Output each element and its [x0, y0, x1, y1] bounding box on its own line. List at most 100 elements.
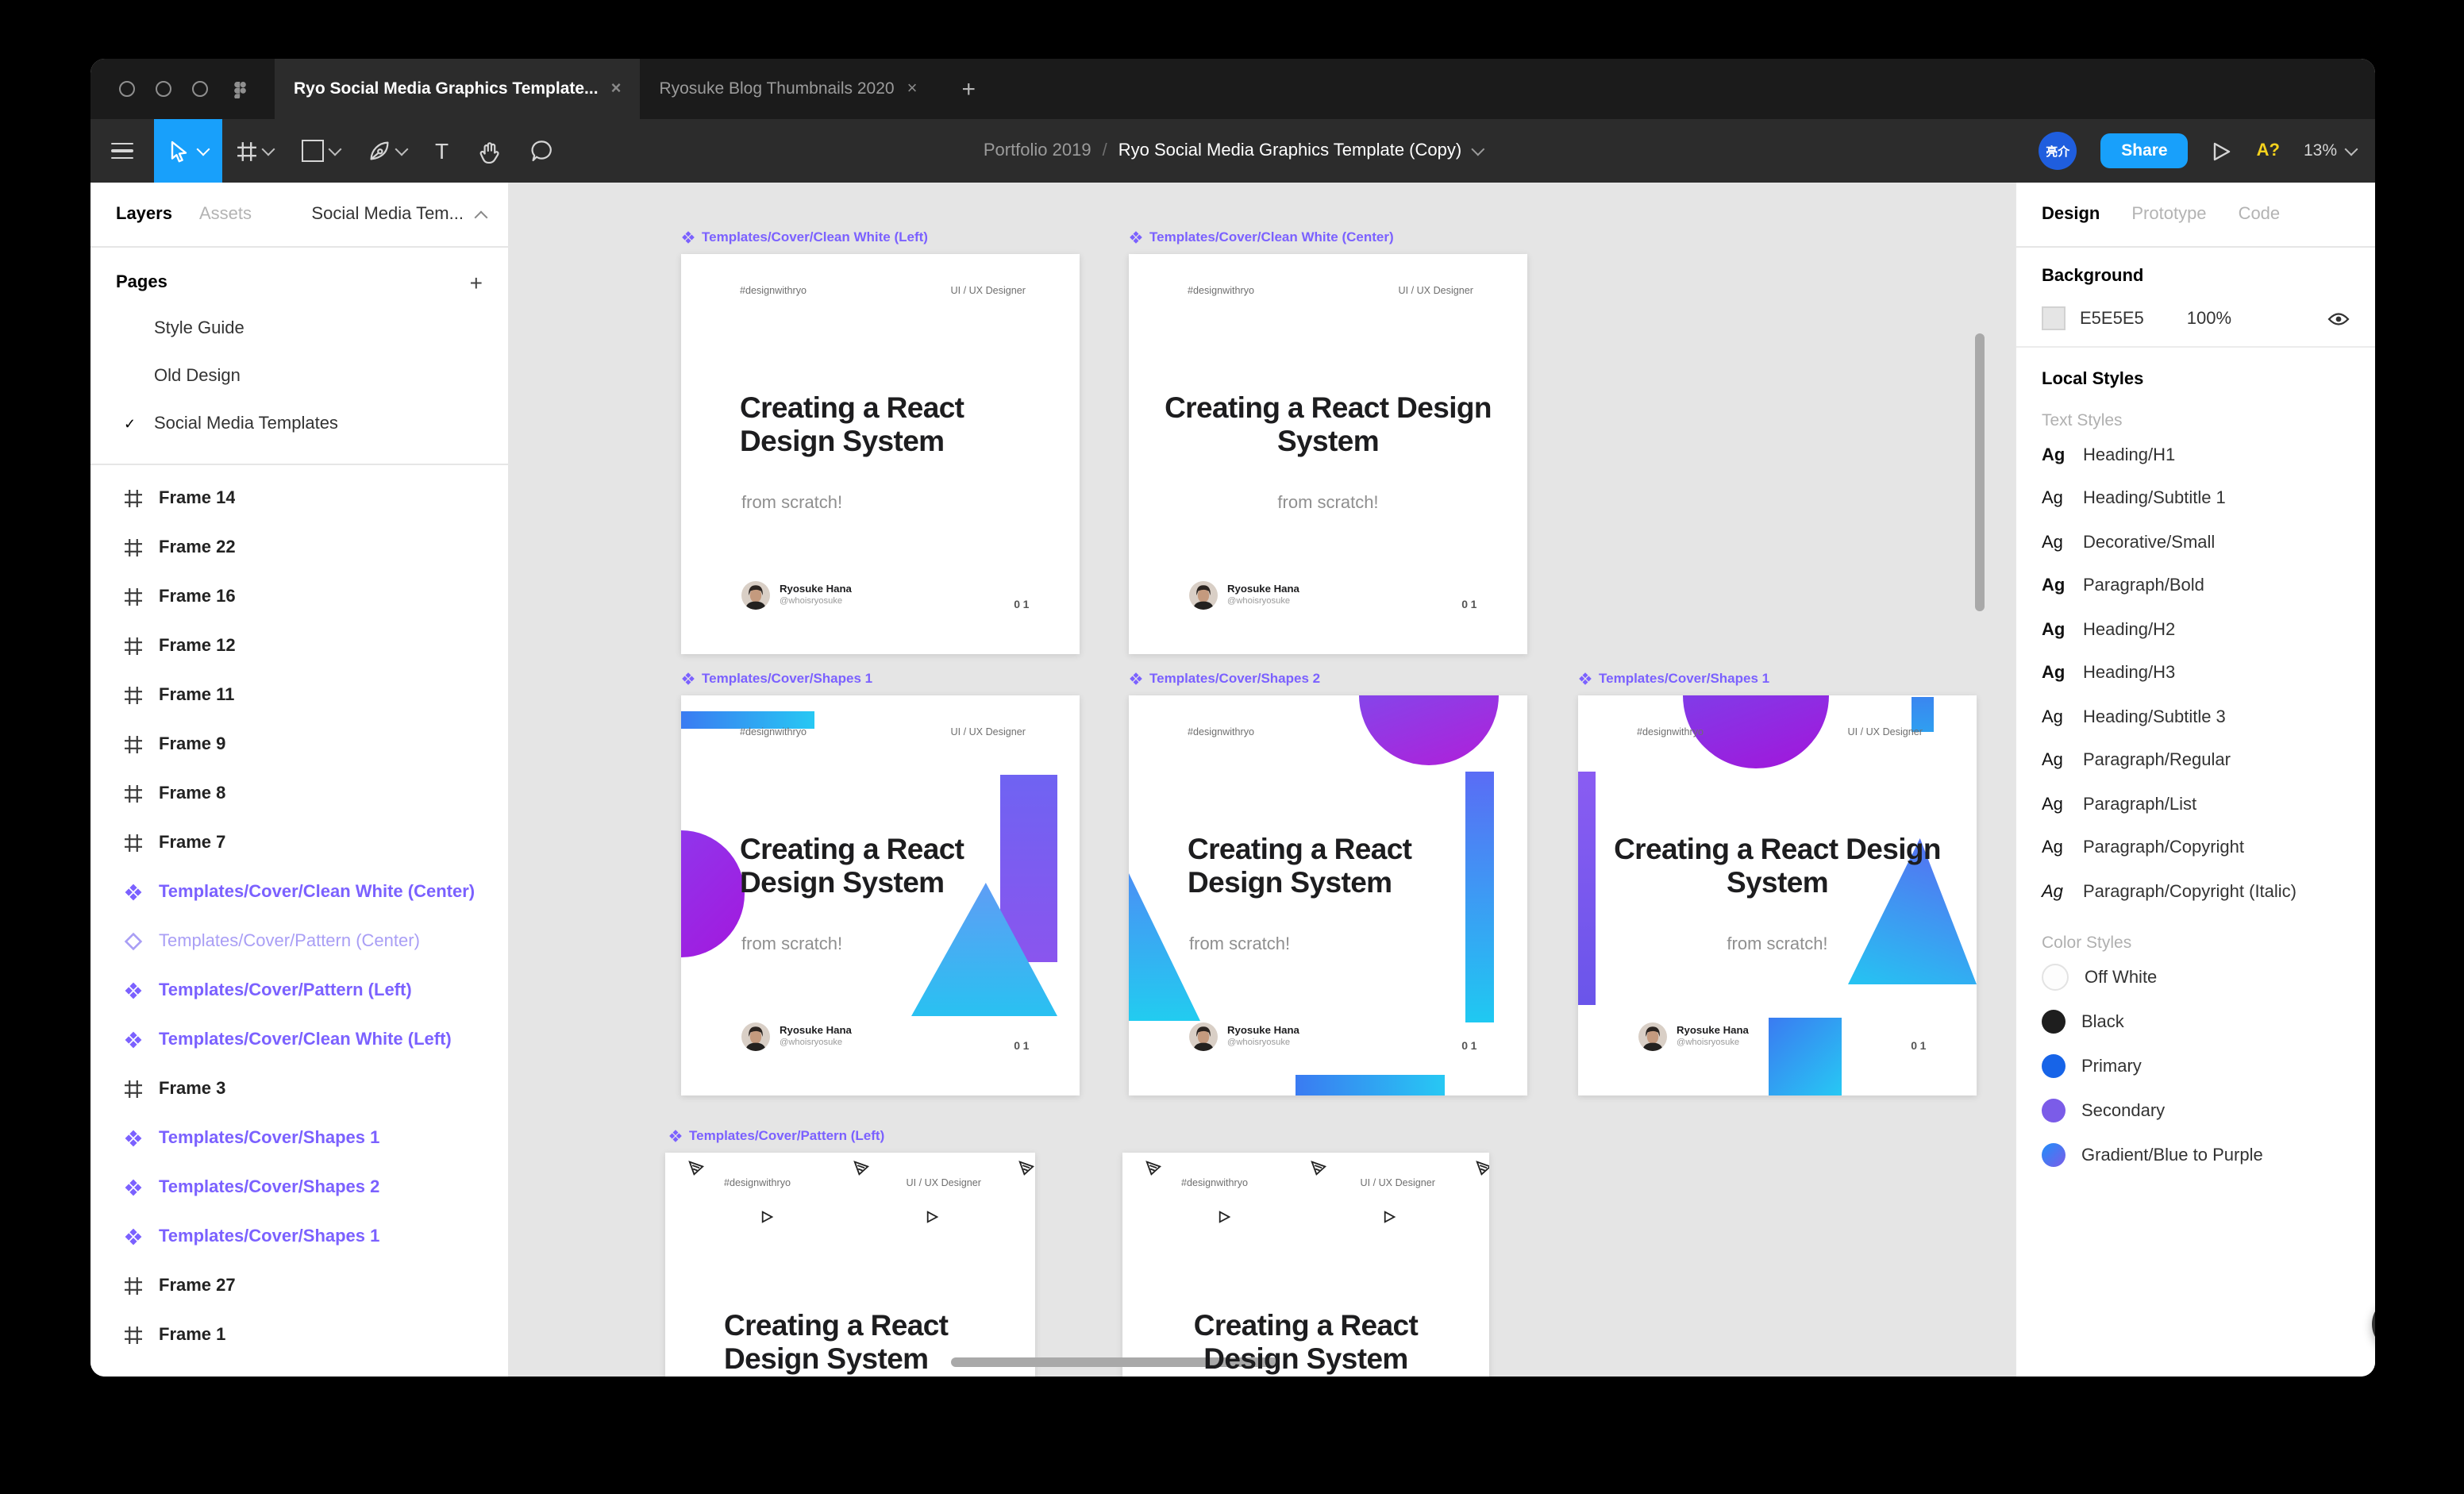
layer-row-frame[interactable]: Frame 22 — [90, 522, 508, 572]
color-style-row[interactable]: Secondary — [2016, 1088, 2375, 1133]
frame-label[interactable]: Templates/Cover/Shapes 2 — [1129, 670, 1320, 686]
color-style-row[interactable]: Primary — [2016, 1044, 2375, 1088]
text-style-row[interactable]: AgHeading/H1 — [2016, 433, 2375, 477]
text-tool-button[interactable]: T — [421, 119, 463, 183]
shape-tool-button[interactable] — [287, 119, 354, 183]
file-tab-inactive[interactable]: Ryosuke Blog Thumbnails 2020 × — [640, 59, 936, 119]
selected-check-icon: ✓ — [124, 415, 136, 433]
chevron-down-icon[interactable] — [197, 142, 210, 156]
page-item-social-media-templates[interactable]: ✓ Social Media Templates — [90, 400, 508, 448]
layer-row-frame[interactable]: Frame 16 — [90, 572, 508, 621]
layer-row-component-hidden[interactable]: Templates/Cover/Pattern (Center) — [90, 916, 508, 965]
color-style-row[interactable]: Gradient/Blue to Purple — [2016, 1133, 2375, 1177]
layer-row-frame[interactable]: Frame 11 — [90, 670, 508, 719]
new-tab-button[interactable]: + — [936, 59, 1001, 119]
tab-assets[interactable]: Assets — [199, 205, 252, 224]
comment-tool-button[interactable] — [515, 119, 566, 183]
frame-label[interactable]: Templates/Cover/Shapes 1 — [1578, 670, 1769, 686]
author-name: Ryosuke Hana — [780, 1026, 852, 1037]
author-name: Ryosuke Hana — [780, 584, 852, 595]
layer-row-frame[interactable]: Frame 14 — [90, 473, 508, 522]
breadcrumb-file-name[interactable]: Ryo Social Media Graphics Template (Copy… — [1118, 141, 1461, 160]
close-window-button[interactable] — [119, 81, 135, 97]
color-style-row[interactable]: Off White — [2016, 955, 2375, 999]
frame-label[interactable]: Templates/Cover/Pattern (Left) — [668, 1127, 884, 1143]
text-style-row[interactable]: AgParagraph/Regular — [2016, 739, 2375, 783]
chevron-down-icon[interactable] — [395, 142, 409, 156]
card-hashtag: #designwithryo — [740, 727, 807, 738]
layer-row-component[interactable]: Templates/Cover/Clean White (Center) — [90, 867, 508, 916]
chevron-down-icon[interactable] — [1471, 142, 1484, 156]
breadcrumb-project[interactable]: Portfolio 2019 — [984, 141, 1091, 160]
close-tab-icon[interactable]: × — [611, 79, 622, 98]
page-item-old-design[interactable]: Old Design — [90, 352, 508, 400]
layer-row-frame[interactable]: Frame 27 — [90, 1261, 508, 1310]
background-color-swatch[interactable] — [2042, 306, 2066, 330]
text-style-row[interactable]: AgHeading/Subtitle 1 — [2016, 477, 2375, 521]
layer-row-component[interactable]: Templates/Cover/Clean White (Left) — [90, 1015, 508, 1064]
add-page-button[interactable]: + — [470, 270, 483, 295]
frame-icon — [124, 636, 143, 655]
zoom-level-dropdown[interactable]: 13% — [2304, 141, 2356, 160]
page-item-style-guide[interactable]: Style Guide — [90, 305, 508, 352]
file-tab-active[interactable]: Ryo Social Media Graphics Template... × — [275, 59, 640, 119]
template-card-clean-white-left[interactable]: #designwithryoUI / UX Designer Creating … — [681, 254, 1080, 654]
tab-prototype[interactable]: Prototype — [2131, 205, 2206, 224]
layer-row-component[interactable]: Templates/Cover/Pattern (Left) — [90, 965, 508, 1015]
visibility-eye-icon[interactable] — [2327, 310, 2350, 326]
minimize-window-button[interactable] — [156, 81, 171, 97]
text-style-row[interactable]: AgDecorative/Small — [2016, 521, 2375, 564]
share-button[interactable]: Share — [2100, 133, 2188, 169]
pen-tool-button[interactable] — [354, 119, 421, 183]
frame-label[interactable]: Templates/Cover/Clean White (Left) — [681, 229, 928, 245]
user-avatar[interactable]: 亮介 — [2039, 132, 2077, 170]
hand-tool-button[interactable] — [463, 119, 515, 183]
chevron-down-icon[interactable] — [262, 142, 275, 156]
layer-row-frame[interactable]: Frame 7 — [90, 818, 508, 867]
move-tool-button[interactable] — [154, 119, 222, 183]
text-style-row[interactable]: AgParagraph/Copyright (Italic) — [2016, 870, 2375, 914]
background-opacity-value[interactable]: 100% — [2187, 309, 2231, 328]
tab-code[interactable]: Code — [2239, 205, 2281, 224]
page-selector-dropdown[interactable]: Social Media Tem... — [311, 205, 486, 224]
text-style-row[interactable]: AgHeading/Subtitle 3 — [2016, 695, 2375, 739]
card-page-number: 01 — [1014, 600, 1032, 611]
layer-row-frame[interactable]: Frame 8 — [90, 768, 508, 818]
template-card-pattern-center[interactable]: #designwithryoUI / UX Designer Creating … — [1122, 1153, 1489, 1377]
frame-label[interactable]: Templates/Cover/Shapes 1 — [681, 670, 872, 686]
layer-row-frame[interactable]: Frame 9 — [90, 719, 508, 768]
close-tab-icon[interactable]: × — [907, 79, 918, 98]
color-style-row[interactable]: Black — [2016, 999, 2375, 1044]
chevron-down-icon[interactable] — [329, 142, 342, 156]
text-style-row[interactable]: AgParagraph/Copyright — [2016, 826, 2375, 870]
tab-design[interactable]: Design — [2042, 205, 2100, 224]
text-style-row[interactable]: AgParagraph/List — [2016, 783, 2375, 826]
background-hex-value[interactable]: E5E5E5 — [2080, 309, 2144, 328]
design-canvas[interactable]: Templates/Cover/Clean White (Left) Templ… — [510, 183, 2015, 1377]
text-style-row[interactable]: AgParagraph/Bold — [2016, 564, 2375, 608]
template-card-shapes1-center[interactable]: #designwithryoUI / UX Designer Creating … — [1578, 695, 1977, 1095]
present-play-icon[interactable] — [2212, 141, 2233, 161]
template-card-clean-white-center[interactable]: #designwithryoUI / UX Designer Creating … — [1129, 254, 1527, 654]
layer-row-component[interactable]: Templates/Cover/Shapes 1 — [90, 1211, 508, 1261]
template-card-shapes1-left[interactable]: #designwithryoUI / UX Designer Creating … — [681, 695, 1080, 1095]
main-menu-button[interactable] — [90, 119, 154, 183]
tab-layers[interactable]: Layers — [116, 205, 172, 224]
card-subtitle: from scratch! — [1129, 494, 1527, 513]
missing-font-badge[interactable]: A? — [2257, 141, 2280, 160]
layer-row-component[interactable]: Templates/Cover/Shapes 1 — [90, 1113, 508, 1162]
figma-logo-icon[interactable] — [230, 79, 249, 98]
frame-tool-button[interactable] — [222, 119, 287, 183]
frame-label[interactable]: Templates/Cover/Clean White (Center) — [1129, 229, 1394, 245]
zoom-window-button[interactable] — [192, 81, 208, 97]
template-card-pattern-left[interactable]: #designwithryoUI / UX Designer Creating … — [665, 1153, 1035, 1377]
author-avatar — [741, 581, 770, 610]
layer-row-frame[interactable]: Frame 12 — [90, 621, 508, 670]
text-style-row[interactable]: AgHeading/H3 — [2016, 652, 2375, 695]
canvas-vertical-scrollbar[interactable] — [1975, 333, 1985, 611]
layer-row-frame[interactable]: Frame 3 — [90, 1064, 508, 1113]
layer-row-frame[interactable]: Frame 1 — [90, 1310, 508, 1359]
template-card-shapes2[interactable]: #designwithryo Creating a React Design S… — [1129, 695, 1527, 1095]
layer-row-component[interactable]: Templates/Cover/Shapes 2 — [90, 1162, 508, 1211]
text-style-row[interactable]: AgHeading/H2 — [2016, 608, 2375, 652]
